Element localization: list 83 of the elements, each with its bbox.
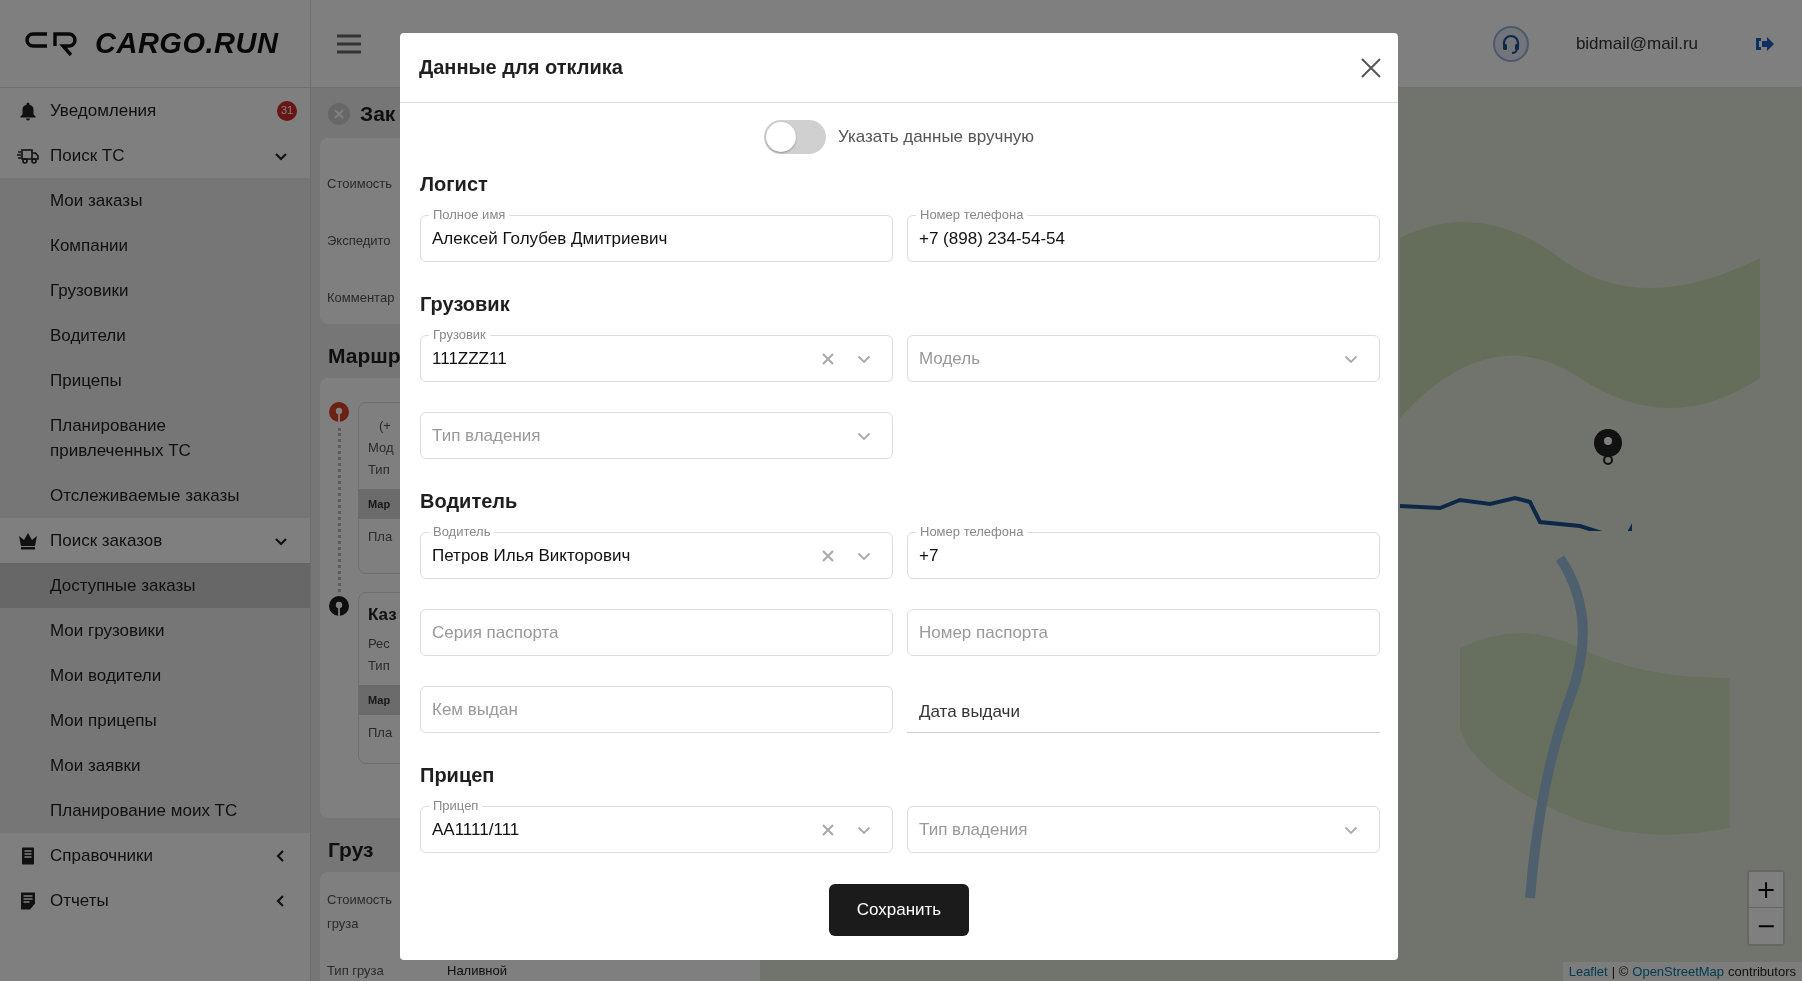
input-field[interactable]: Серия паспорта [420, 601, 893, 656]
field-label: Грузовик [429, 327, 490, 343]
close-icon [1360, 56, 1382, 79]
sidebar-item[interactable]: Планирование моих ТС [0, 788, 310, 833]
select-field[interactable]: Водитель Петров Илья Викторович [420, 524, 893, 579]
detail-label: Комментар [327, 290, 395, 305]
sidebar-item[interactable]: Грузовики [0, 268, 310, 313]
stop-text: Тип [367, 657, 390, 675]
headset-icon[interactable] [1491, 24, 1530, 63]
field-label: Водитель [429, 524, 495, 540]
stop-text: Рес [367, 635, 390, 653]
section-title: Маршр [328, 344, 401, 368]
attribution-link[interactable]: OpenStreetMap [1632, 964, 1725, 979]
sidebar-item[interactable]: Справочники [0, 833, 310, 878]
menu-icon[interactable] [337, 33, 361, 54]
section-title: Прицеп [420, 764, 496, 787]
input-field[interactable]: Номер телефона +7 (898) 234-54-54 [907, 207, 1380, 262]
cargo-value: Наливной [447, 962, 509, 980]
select-field[interactable]: Тип владения [907, 798, 1380, 853]
bell-icon [17, 101, 39, 121]
notification-badge: 31 [277, 100, 297, 121]
input-field[interactable]: Номер телефона +7 [907, 524, 1380, 579]
sidebar-item[interactable]: Прицепы [0, 358, 310, 403]
save-button[interactable]: Сохранить [829, 884, 969, 936]
sidebar-item[interactable]: Доступные заказы [0, 563, 310, 608]
sidebar-item[interactable]: Компании [0, 223, 310, 268]
sidebar-item[interactable]: Поиск ТС [0, 133, 310, 178]
map-pin-icon [329, 596, 349, 618]
section-title: Грузовик [420, 293, 511, 316]
select-field[interactable]: Тип владения [420, 404, 893, 459]
attribution-link[interactable]: Leaflet [1568, 964, 1608, 979]
stop-text: Тип [367, 461, 390, 479]
input-field[interactable]: Полное имя Алексей Голубев Дмитриевич [420, 207, 893, 262]
section-title: Груз [328, 838, 374, 862]
sidebar-item[interactable]: Поиск заказов [0, 518, 310, 563]
section-title: Водитель [420, 490, 519, 513]
sidebar-item[interactable]: Отчеты [0, 878, 310, 923]
select-field[interactable]: Прицеп АА1111/111 [420, 798, 893, 853]
sidebar-item[interactable]: Уведомления 31 [0, 88, 310, 133]
select-field[interactable]: Грузовик 111ZZZ11 [420, 327, 893, 382]
clear-icon[interactable] [822, 352, 834, 365]
cargo-label: Тип груза [327, 962, 385, 980]
toggle-label: Указать данные вручную [837, 127, 1035, 147]
toggle-switch[interactable] [763, 120, 826, 154]
sidebar-item[interactable]: Мои водители [0, 653, 310, 698]
sidebar-item[interactable]: Мои прицепы [0, 698, 310, 743]
stop-text: (+ [378, 417, 391, 435]
cargo-label: Стоимость груза [327, 891, 394, 933]
field-label: Номер телефона [916, 207, 1028, 223]
close-button[interactable] [1360, 56, 1382, 79]
map-pin-icon [1594, 429, 1622, 467]
attribution-text: | © [1611, 964, 1629, 979]
stop-title: Каз [367, 605, 397, 626]
detail-label: Стоимость [327, 176, 393, 191]
zoom-in-button[interactable]: + [1749, 872, 1783, 908]
sidebar-item[interactable]: Мои грузовики [0, 608, 310, 653]
crown-icon [17, 531, 39, 551]
sidebar-item[interactable]: Планирование привлеченных ТС [0, 403, 310, 473]
stop-text: Пла [367, 725, 393, 740]
input-field[interactable]: Номер паспорта [907, 601, 1380, 656]
attribution-text: contributors [1728, 964, 1796, 979]
sidebar-item[interactable]: Мои заказы [0, 178, 310, 223]
sidebar-item[interactable]: Водители [0, 313, 310, 358]
logout-icon[interactable] [1754, 34, 1774, 53]
dialog-title: Данные для отклика [419, 56, 623, 79]
map-pin-icon [329, 402, 349, 424]
truck-icon [17, 146, 39, 166]
select-field[interactable]: Модель [907, 327, 1380, 382]
field-label: Номер телефона [916, 524, 1028, 540]
clear-icon[interactable] [822, 549, 834, 562]
date-field[interactable]: Дата выдачи [907, 678, 1380, 733]
close-icon[interactable] [328, 103, 350, 125]
stop-text: Пла [367, 529, 393, 544]
sidebar-item[interactable]: Отслеживаемые заказы [0, 473, 310, 518]
sidebar-item[interactable]: Мои заявки [0, 743, 310, 788]
stop-text: Мод [367, 439, 394, 457]
logo-text: CARGO.RUN [95, 27, 279, 60]
clear-icon[interactable] [822, 823, 834, 836]
section-title: Логист [420, 173, 489, 196]
detail-label: Экспедито [327, 233, 391, 248]
page-title: Зак [360, 102, 396, 126]
field-label: Прицеп [429, 798, 483, 814]
user-email[interactable]: bidmail@mail.ru [1575, 33, 1698, 54]
